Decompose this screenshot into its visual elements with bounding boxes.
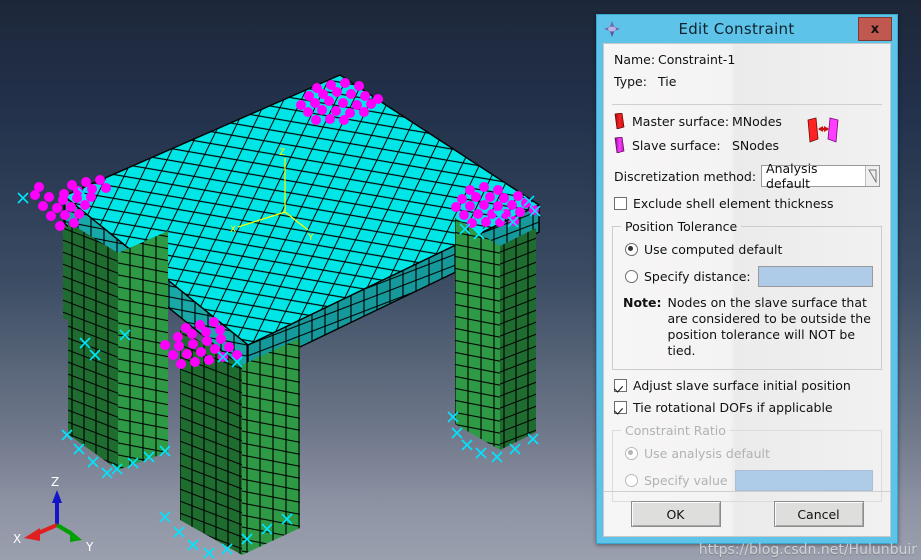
ok-button[interactable]: OK bbox=[630, 501, 721, 527]
edit-constraint-dialog[interactable]: Edit Constraint x Name: Constraint-1 Typ… bbox=[596, 14, 898, 544]
dialog-title: Edit Constraint bbox=[678, 20, 795, 38]
tie-rotational-row[interactable]: Tie rotational DOFs if applicable bbox=[614, 400, 880, 415]
constraint-ratio-legend: Constraint Ratio bbox=[625, 423, 726, 438]
name-row: Name: Constraint-1 bbox=[614, 52, 880, 67]
z-axis-label: Z bbox=[51, 475, 59, 489]
surfaces-section: Master surface: MNodes Slave surface: SN… bbox=[604, 112, 890, 154]
use-analysis-default-radio bbox=[625, 447, 638, 460]
tie-rotational-label: Tie rotational DOFs if applicable bbox=[633, 400, 833, 415]
use-analysis-default-row: Use analysis default bbox=[625, 446, 873, 461]
x-axis-label: X bbox=[13, 532, 21, 546]
adjust-slave-row[interactable]: Adjust slave surface initial position bbox=[614, 378, 880, 393]
y-axis-arrow bbox=[70, 530, 82, 542]
note-label: Note: bbox=[623, 295, 662, 310]
specify-distance-radio[interactable] bbox=[625, 270, 638, 283]
discretization-label: Discretization method: bbox=[614, 168, 757, 184]
dialog-body: Name: Constraint-1 Type: Tie Master surf… bbox=[603, 43, 891, 537]
divider bbox=[612, 104, 882, 105]
discretization-value: Analysis default bbox=[762, 161, 865, 191]
adjust-slave-checkbox[interactable] bbox=[614, 379, 627, 392]
position-tolerance-group: Position Tolerance Use computed default … bbox=[612, 219, 882, 370]
specify-distance-input[interactable] bbox=[757, 266, 873, 287]
chevron-down-icon[interactable] bbox=[865, 166, 879, 186]
svg-text:X: X bbox=[230, 225, 236, 235]
tie-rotational-checkbox[interactable] bbox=[614, 401, 627, 414]
screen: Z X Y Z X Y Edit Constraint x Name: Cons… bbox=[0, 0, 921, 560]
specify-value-label: Specify value bbox=[644, 473, 728, 488]
exclude-shell-row[interactable]: Exclude shell element thickness bbox=[604, 196, 890, 211]
surface-pair-icon bbox=[806, 117, 842, 146]
master-surface-icon bbox=[614, 112, 625, 130]
type-row: Type: Tie bbox=[614, 74, 880, 89]
slave-surface-label: Slave surface: bbox=[632, 137, 721, 153]
header-fields: Name: Constraint-1 Type: Tie bbox=[604, 44, 890, 100]
note-text: Nodes on the slave surface that are cons… bbox=[667, 295, 871, 358]
discretization-select[interactable]: Analysis default bbox=[761, 161, 880, 191]
close-icon[interactable]: x bbox=[858, 17, 892, 41]
svg-text:Y: Y bbox=[307, 233, 314, 243]
svg-text:Z: Z bbox=[279, 148, 285, 158]
master-surface-label: Master surface: bbox=[632, 113, 730, 129]
z-axis-arrow bbox=[52, 490, 62, 503]
exclude-shell-checkbox[interactable] bbox=[614, 197, 627, 210]
dialog-button-bar: OK Cancel bbox=[604, 491, 890, 536]
master-surface-value: MNodes bbox=[732, 113, 782, 129]
specify-distance-row[interactable]: Specify distance: bbox=[625, 266, 873, 287]
use-computed-default-row[interactable]: Use computed default bbox=[625, 242, 873, 257]
use-computed-default-radio[interactable] bbox=[625, 243, 638, 256]
exclude-shell-label: Exclude shell element thickness bbox=[633, 196, 834, 211]
type-value: Tie bbox=[658, 74, 677, 89]
slave-surface-icon bbox=[614, 136, 625, 154]
discretization-row[interactable]: Discretization method: Analysis default bbox=[604, 161, 890, 191]
use-computed-default-label: Use computed default bbox=[644, 242, 783, 257]
name-value: Constraint-1 bbox=[658, 52, 736, 67]
view-triad: Z X Y bbox=[13, 475, 94, 554]
use-analysis-default-label: Use analysis default bbox=[644, 446, 770, 461]
specify-value-row: Specify value bbox=[625, 470, 873, 491]
y-axis-label: Y bbox=[85, 540, 94, 554]
options-section: Adjust slave surface initial position Ti… bbox=[604, 370, 890, 415]
specify-value-radio bbox=[625, 474, 638, 487]
position-tolerance-note: Note: Nodes on the slave surface that ar… bbox=[623, 295, 871, 359]
position-tolerance-legend: Position Tolerance bbox=[625, 219, 738, 234]
specify-value-input bbox=[734, 470, 873, 491]
adjust-slave-label: Adjust slave surface initial position bbox=[633, 378, 851, 393]
leg-right bbox=[455, 218, 536, 450]
specify-distance-label: Specify distance: bbox=[644, 269, 751, 284]
type-label: Type: bbox=[614, 74, 647, 89]
name-label: Name: bbox=[614, 52, 656, 67]
slave-surface-value: SNodes bbox=[732, 137, 780, 153]
x-axis-arrow bbox=[24, 528, 40, 541]
cancel-button[interactable]: Cancel bbox=[773, 501, 864, 527]
dialog-titlebar[interactable]: Edit Constraint x bbox=[597, 15, 897, 43]
